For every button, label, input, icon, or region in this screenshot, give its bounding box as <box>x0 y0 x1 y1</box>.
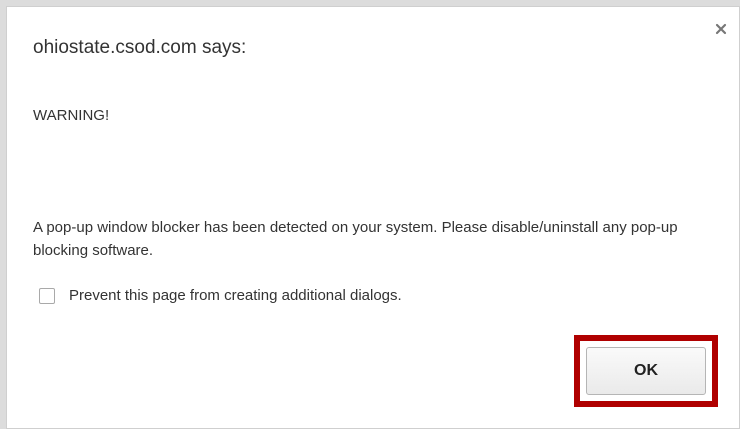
dialog-title: ohiostate.csod.com says: <box>33 37 247 58</box>
warning-text: WARNING! <box>33 107 110 124</box>
dialog-message: A pop-up window blocker has been detecte… <box>33 219 678 259</box>
ok-button[interactable]: OK <box>586 347 706 395</box>
prevent-dialogs-checkbox[interactable] <box>39 287 55 304</box>
prevent-dialogs-label: Prevent this page from creating addition… <box>69 287 402 304</box>
close-icon[interactable] <box>713 21 729 37</box>
prevent-dialogs-option[interactable]: Prevent this page from creating addition… <box>39 287 402 304</box>
